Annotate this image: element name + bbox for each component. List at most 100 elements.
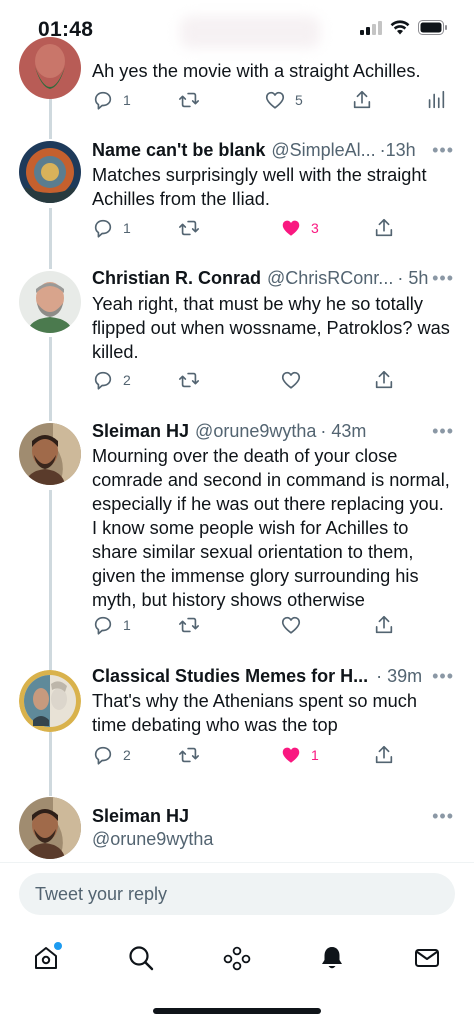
retweet-button[interactable] — [177, 614, 201, 636]
retweet-icon — [179, 92, 199, 108]
avatar[interactable] — [19, 37, 81, 99]
reply-button[interactable]: 1 — [92, 217, 131, 239]
analytics-button[interactable] — [426, 89, 446, 111]
tweet-header: Christian R. Conrad @ChrisRConr... · 5h … — [92, 268, 460, 289]
reply-count: 2 — [123, 747, 131, 763]
messages-icon — [415, 949, 439, 967]
spaces-icon — [223, 946, 251, 971]
home-indicator[interactable] — [153, 1008, 321, 1014]
retweet-button[interactable] — [177, 744, 201, 766]
reply-icon — [94, 91, 112, 110]
status-icons — [360, 20, 448, 40]
reply-icon — [94, 219, 112, 238]
retweet-button[interactable] — [177, 217, 201, 239]
divider — [0, 862, 474, 863]
timestamp: ·13h — [379, 140, 416, 160]
like-button[interactable] — [280, 369, 302, 391]
tweet-text: Ah yes the movie with a straight Achille… — [92, 61, 421, 81]
reply-count: 1 — [123, 92, 131, 108]
avatar[interactable] — [19, 797, 81, 859]
reply-button[interactable]: 2 — [92, 369, 131, 391]
avatar[interactable] — [19, 271, 81, 333]
bottom-tab-bar — [0, 928, 474, 984]
user-handle[interactable]: @SimpleAl... — [271, 140, 375, 161]
tweet-text: Matches surprisingly well with the strai… — [92, 165, 427, 209]
tweet-header: Name can't be blank @SimpleAl... ·13h ••… — [92, 140, 460, 161]
thread-line — [49, 208, 52, 269]
avatar[interactable] — [19, 670, 81, 732]
like-button[interactable] — [280, 614, 302, 636]
display-name[interactable]: Christian R. Conrad — [92, 268, 261, 289]
display-name[interactable]: Sleiman HJ — [92, 806, 189, 827]
notifications-icon — [322, 947, 342, 969]
like-count: 5 — [295, 92, 303, 108]
like-button[interactable]: 3 — [280, 217, 319, 239]
share-button[interactable] — [351, 89, 373, 111]
display-name[interactable]: Name can't be blank — [92, 140, 265, 161]
tab-messages[interactable] — [407, 938, 447, 978]
tab-search[interactable] — [121, 938, 161, 978]
more-options-icon[interactable]: ••• — [432, 806, 454, 827]
tweet-actions: 1 — [92, 614, 462, 640]
tab-spaces[interactable] — [217, 938, 257, 978]
user-handle[interactable]: @ChrisRConr... — [267, 268, 393, 289]
share-button[interactable] — [373, 369, 395, 391]
more-options-icon[interactable]: ••• — [432, 268, 454, 289]
reply-composer[interactable] — [19, 873, 455, 915]
share-icon — [353, 90, 371, 109]
retweet-button[interactable] — [177, 369, 201, 391]
thread-line — [49, 95, 52, 139]
user-handle[interactable]: @orune9wytha — [195, 421, 316, 442]
share-button[interactable] — [373, 217, 395, 239]
more-options-icon[interactable]: ••• — [432, 666, 454, 687]
share-button[interactable] — [373, 614, 395, 636]
thread-line — [49, 732, 52, 796]
tweet-handle-row: @orune9wytha — [92, 829, 460, 850]
tweet-text: That's why the Athenians spent so much t… — [92, 691, 417, 735]
thread-line — [49, 490, 52, 670]
tweet-header: Classical Studies Memes for H... · 39m •… — [92, 666, 460, 687]
heart-filled-icon — [282, 220, 300, 236]
reply-button[interactable]: 1 — [92, 614, 131, 636]
header-title-blurred — [180, 16, 320, 48]
heart-icon — [281, 616, 301, 634]
like-count: 3 — [311, 220, 319, 236]
avatar-face — [35, 44, 65, 78]
like-count: 1 — [311, 747, 319, 763]
cellular-signal-icon — [360, 20, 382, 40]
more-options-icon[interactable]: ••• — [432, 140, 454, 161]
reply-button[interactable]: 2 — [92, 744, 131, 766]
avatar[interactable] — [19, 141, 81, 203]
display-name[interactable]: Classical Studies Memes for H... — [92, 666, 368, 687]
wifi-icon — [390, 20, 410, 40]
retweet-icon — [179, 747, 199, 763]
tweet-header: Sleiman HJ ••• — [92, 806, 460, 827]
display-name[interactable]: Sleiman HJ — [92, 421, 189, 442]
heart-icon — [265, 91, 285, 109]
reply-icon — [94, 746, 112, 765]
tweet-actions: 1 5 — [92, 89, 462, 115]
share-button[interactable] — [373, 744, 395, 766]
retweet-button[interactable] — [177, 89, 201, 111]
tweet-actions: 2 1 — [92, 744, 462, 770]
tab-notifications[interactable] — [312, 938, 352, 978]
heart-icon — [281, 371, 301, 389]
battery-icon — [418, 20, 448, 40]
user-handle[interactable]: @orune9wytha — [92, 829, 213, 850]
more-options-icon[interactable]: ••• — [432, 421, 454, 442]
share-icon — [375, 615, 393, 634]
reply-count: 1 — [123, 220, 131, 236]
like-button[interactable]: 1 — [280, 744, 319, 766]
reply-button[interactable]: 1 — [92, 89, 131, 111]
tweet-header: Sleiman HJ @orune9wytha · 43m ••• — [92, 421, 460, 442]
reply-input[interactable] — [19, 873, 455, 915]
like-button[interactable]: 5 — [264, 89, 303, 111]
retweet-icon — [179, 372, 199, 388]
tweet-text: Yeah right, that must be why he so total… — [92, 294, 450, 362]
timestamp: · 39m — [376, 666, 423, 686]
retweet-icon — [179, 617, 199, 633]
avatar[interactable] — [19, 423, 81, 485]
tab-home[interactable] — [26, 938, 66, 978]
retweet-icon — [179, 220, 199, 236]
reply-count: 1 — [123, 617, 131, 633]
